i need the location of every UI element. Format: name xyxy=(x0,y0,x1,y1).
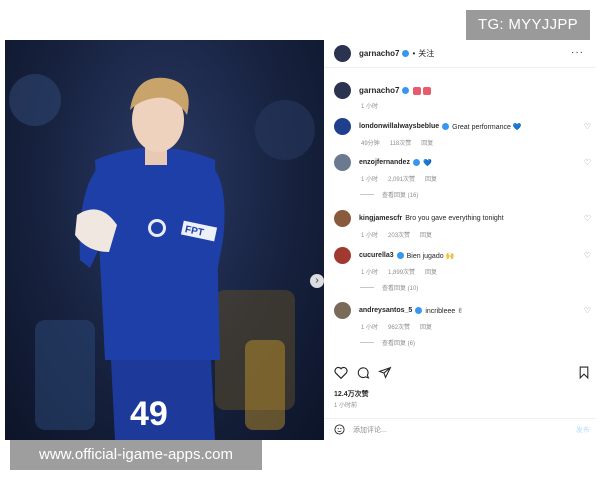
comment-likes[interactable]: 962次赞 xyxy=(388,322,410,331)
commenter-name[interactable]: enzojfernandez xyxy=(359,159,410,166)
view-replies-label: 查看回复 (16) xyxy=(382,193,419,199)
comment-icon[interactable] xyxy=(356,366,370,379)
add-comment-bar: 添加评论... 发布 xyxy=(324,418,596,440)
comment-likes[interactable]: 2,091次赞 xyxy=(388,174,415,183)
commenter-avatar[interactable] xyxy=(334,247,351,264)
reply-button[interactable]: 回复 xyxy=(420,322,432,331)
verified-icon xyxy=(402,50,410,57)
view-replies-label: 查看回复 (10) xyxy=(382,286,419,292)
view-replies-button[interactable]: 查看回复 (10) xyxy=(360,283,418,292)
caption-badge-icon xyxy=(413,86,422,95)
caption: garnacho7 1 小时 xyxy=(334,82,584,110)
verified-icon xyxy=(412,159,420,166)
watermark-top: TG: MYYJJPP xyxy=(466,10,590,40)
comment-time: 1 小时 xyxy=(361,270,379,276)
reply-button[interactable]: 回复 xyxy=(425,267,437,276)
comment-item: enzojfernandez 💙 1 小时 2,091次赞 回复 ♡ xyxy=(334,154,594,183)
comment-likes[interactable]: 1,899次赞 xyxy=(388,267,415,276)
comment-text: incribleee ✌ xyxy=(425,307,464,315)
commenter-avatar[interactable] xyxy=(334,118,351,135)
comment-like-heart-icon[interactable]: ♡ xyxy=(584,158,591,167)
carousel-next-button[interactable]: › xyxy=(310,274,324,288)
action-bar xyxy=(334,366,590,380)
comment-likes[interactable]: 118次赞 xyxy=(390,138,412,147)
verified-icon xyxy=(442,123,450,130)
comment-time: 1 小时 xyxy=(361,325,379,331)
comment-time: 49分钟 xyxy=(361,141,380,147)
comment-likes[interactable]: 203次赞 xyxy=(388,230,410,239)
author-username[interactable]: garnacho7 xyxy=(359,49,399,58)
comment-like-heart-icon[interactable]: ♡ xyxy=(584,122,591,131)
commenter-name[interactable]: kingjamescfr xyxy=(359,215,402,222)
comment-like-heart-icon[interactable]: ♡ xyxy=(584,306,591,315)
commenter-name[interactable]: andreysantos_5 xyxy=(359,307,412,314)
post-photo[interactable]: 49 FPT › xyxy=(5,40,324,440)
bookmark-icon[interactable] xyxy=(578,366,590,379)
comment-time: 1 小时 xyxy=(361,233,379,239)
verified-icon xyxy=(396,252,404,259)
post-panel: garnacho7 • 关注 ··· garnacho7 1 小时 london… xyxy=(324,40,596,440)
commenter-name[interactable]: cucurella3 xyxy=(359,252,394,259)
reply-button[interactable]: 回复 xyxy=(420,230,432,239)
commenter-name[interactable]: londonwillalwaysbeblue xyxy=(359,123,439,130)
caption-username[interactable]: garnacho7 xyxy=(359,86,399,95)
follow-button[interactable]: 关注 xyxy=(418,48,434,59)
commenter-avatar[interactable] xyxy=(334,302,351,319)
comment-text: 💙 xyxy=(422,159,432,167)
comment-input[interactable]: 添加评论... xyxy=(353,425,387,435)
watermark-bottom: www.official-igame-apps.com xyxy=(10,440,262,470)
more-options-icon[interactable]: ··· xyxy=(571,47,584,58)
comment-like-heart-icon[interactable]: ♡ xyxy=(584,251,591,260)
verified-icon xyxy=(402,87,410,94)
likes-count[interactable]: 12.4万次赞 xyxy=(334,389,369,399)
jersey-number: 49 xyxy=(130,395,168,433)
view-replies-button[interactable]: 查看回复 (16) xyxy=(360,190,418,199)
share-icon[interactable] xyxy=(378,366,392,379)
replies-dash xyxy=(360,194,374,195)
emoji-icon[interactable] xyxy=(334,424,345,435)
comment-like-heart-icon[interactable]: ♡ xyxy=(584,214,591,223)
heart-icon[interactable] xyxy=(334,366,348,379)
posted-time: 1 小时前 xyxy=(334,403,358,409)
replies-dash xyxy=(360,287,374,288)
post-header: garnacho7 • 关注 ··· xyxy=(324,40,596,68)
comment-text: Great performance 💙 xyxy=(452,123,522,131)
caption-badge-icon xyxy=(423,86,432,95)
separator-dot: • xyxy=(412,49,416,58)
comment-text: Bien jugado 🙌 xyxy=(406,252,455,260)
comment-item: londonwillalwaysbeblue Great performance… xyxy=(334,118,594,147)
author-avatar[interactable] xyxy=(334,45,351,62)
commenter-avatar[interactable] xyxy=(334,154,351,171)
post-comment-button[interactable]: 发布 xyxy=(576,425,590,435)
view-replies-button[interactable]: 查看回复 (6) xyxy=(360,338,415,347)
comment-text: Bro you gave everything tonight xyxy=(405,215,504,222)
caption-time: 1 小时 xyxy=(361,104,379,110)
comment-item: cucurella3 Bien jugado 🙌 1 小时 1,899次赞 回复… xyxy=(334,247,594,276)
commenter-avatar[interactable] xyxy=(334,210,351,227)
replies-dash xyxy=(360,342,374,343)
comment-item: andreysantos_5 incribleee ✌ 1 小时 962次赞 回… xyxy=(334,302,594,331)
reply-button[interactable]: 回复 xyxy=(421,138,433,147)
player-illustration: 49 FPT xyxy=(9,74,315,440)
reply-button[interactable]: 回复 xyxy=(425,174,437,183)
view-replies-label: 查看回复 (6) xyxy=(382,341,416,347)
caption-avatar[interactable] xyxy=(334,82,351,99)
comment-time: 1 小时 xyxy=(361,177,379,183)
verified-icon xyxy=(415,307,423,314)
comment-item: kingjamescfr Bro you gave everything ton… xyxy=(334,210,594,239)
